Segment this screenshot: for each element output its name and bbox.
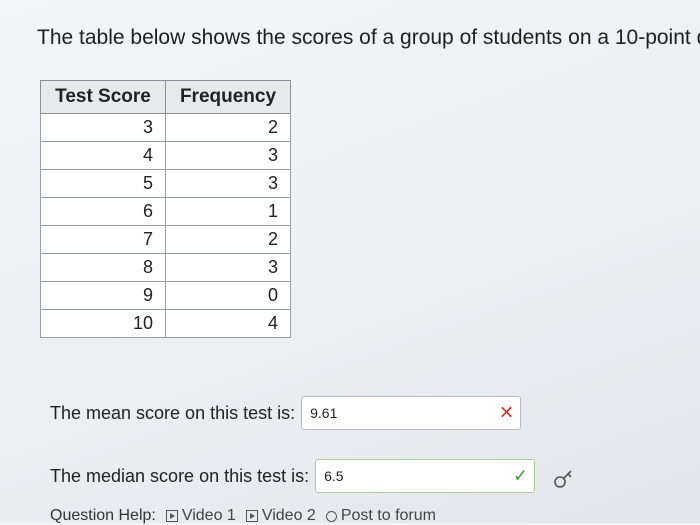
video-2-label: Video 2 <box>261 507 316 524</box>
frequency-cell: 4 <box>165 309 291 338</box>
median-answer-input[interactable]: 6.5 ✓ <box>315 459 536 493</box>
table-row: 6 1 <box>40 197 291 226</box>
video-play-icon <box>165 510 178 522</box>
test-score-cell: 3 <box>40 113 166 142</box>
test-score-cell: 10 <box>40 309 166 338</box>
mean-answer-value: 9.61 <box>310 405 338 421</box>
frequency-cell: 2 <box>165 113 291 142</box>
median-answer-row: The median score on this test is: 6.5 ✓ <box>50 459 536 493</box>
frequency-cell: 0 <box>165 281 291 310</box>
table-row: 9 0 <box>40 281 291 310</box>
median-label: The median score on this test is: <box>50 465 310 486</box>
cross-icon: ✕ <box>499 402 515 423</box>
video-1-link[interactable]: Video 1 <box>165 507 236 525</box>
test-score-cell: 4 <box>40 141 166 170</box>
table-header-row: Test Score Frequency <box>40 80 291 114</box>
mean-answer-row: The mean score on this test is: 9.61 ✕ <box>50 396 522 430</box>
frequency-table: Test Score Frequency 3 2 4 3 5 3 6 1 7 2… <box>40 80 291 338</box>
post-to-forum-link[interactable]: Post to forum <box>325 507 436 525</box>
post-to-forum-label: Post to forum <box>340 507 436 524</box>
mean-answer-input[interactable]: 9.61 ✕ <box>301 396 522 430</box>
test-score-cell: 7 <box>40 225 166 254</box>
table-row: 5 3 <box>40 169 291 198</box>
frequency-cell: 1 <box>165 197 291 226</box>
header-test-score: Test Score <box>40 80 166 114</box>
video-1-label: Video 1 <box>181 507 236 524</box>
question-text: The table below shows the scores of a gr… <box>37 26 700 49</box>
mean-label: The mean score on this test is: <box>50 402 296 423</box>
test-score-cell: 8 <box>40 253 166 282</box>
table-row: 3 2 <box>40 113 291 142</box>
frequency-cell: 3 <box>165 141 291 170</box>
header-frequency: Frequency <box>165 80 291 114</box>
table-row: 10 4 <box>40 309 291 338</box>
video-2-link[interactable]: Video 2 <box>245 507 316 525</box>
table-row: 4 3 <box>40 141 291 170</box>
median-answer-value: 6.5 <box>324 468 344 484</box>
key-icon[interactable] <box>552 468 576 490</box>
question-help-row: Question Help: Video 1 Video 2 Post to f… <box>50 507 436 525</box>
forum-icon <box>325 510 337 522</box>
frequency-cell: 3 <box>165 253 291 282</box>
test-score-cell: 5 <box>40 169 166 198</box>
frequency-cell: 3 <box>165 169 291 198</box>
checkmark-icon: ✓ <box>513 465 529 486</box>
test-score-cell: 6 <box>40 197 166 226</box>
video-play-icon <box>245 510 258 522</box>
test-score-cell: 9 <box>40 281 166 310</box>
frequency-cell: 2 <box>165 225 291 254</box>
table-row: 8 3 <box>40 253 291 282</box>
table-row: 7 2 <box>40 225 291 254</box>
question-help-label: Question Help: <box>50 507 156 524</box>
